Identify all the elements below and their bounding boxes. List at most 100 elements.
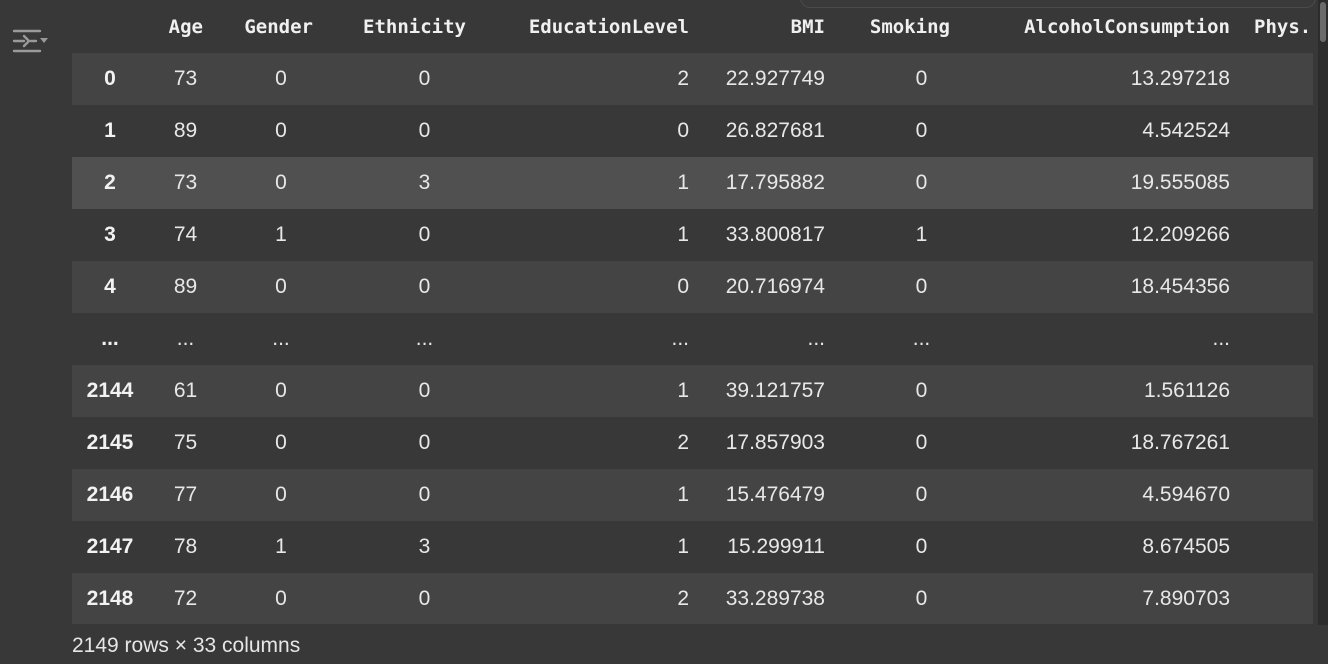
table-cell: 0 — [275, 587, 287, 610]
table-cell: 73 — [173, 67, 198, 90]
dataframe-shape-label: 2149 rows × 33 columns — [72, 634, 301, 657]
column-header-ethnicity[interactable]: Ethnicity — [313, 0, 466, 53]
table-cell: 26.827681 — [725, 119, 825, 142]
table-cell — [1230, 365, 1313, 417]
table-cell: ... — [912, 327, 931, 350]
table-cell: 74 — [173, 223, 198, 246]
table-cell: 0 — [915, 275, 928, 298]
table-row: 2147 78 1 3 1 15.299911 0 8.674505 — [72, 521, 1313, 573]
column-header-physicalactivity[interactable]: Phys. — [1230, 0, 1313, 53]
row-index: 2 — [104, 171, 116, 194]
table-cell: 0 — [677, 275, 689, 298]
table-cell: 0 — [418, 223, 431, 246]
column-header-educationlevel[interactable]: EducationLevel — [466, 0, 689, 53]
table-cell: 1 — [677, 171, 689, 194]
table-cell: 0 — [275, 379, 287, 402]
table-cell: 2 — [677, 587, 689, 610]
table-cell — [1230, 261, 1313, 313]
table-cell: 0 — [418, 483, 431, 506]
table-cell: 1 — [275, 535, 287, 558]
column-header-smoking[interactable]: Smoking — [825, 0, 950, 53]
column-header-age[interactable]: Age — [148, 0, 203, 53]
table-row: 2146 77 0 0 1 15.476479 0 4.594670 — [72, 469, 1313, 521]
table-cell: 61 — [173, 379, 198, 402]
table-cell: 1 — [915, 223, 928, 246]
table-cell: ... — [671, 327, 689, 350]
table-row: 2148 72 0 0 2 33.289738 0 7.890703 — [72, 573, 1313, 624]
table-cell: 22.927749 — [725, 67, 825, 90]
table-cell: 0 — [275, 67, 287, 90]
table-cell: 18.767261 — [1130, 431, 1230, 454]
scrollbar-thumb[interactable] — [1320, 2, 1326, 42]
row-index: 2148 — [86, 587, 134, 610]
table-cell: 1 — [677, 379, 689, 402]
table-cell: 20.716974 — [725, 275, 825, 298]
table-cell: 1 — [677, 223, 689, 246]
table-row: 4 89 0 0 0 20.716974 0 18.454356 — [72, 261, 1313, 313]
row-index: 3 — [104, 223, 116, 246]
table-cell — [1230, 157, 1313, 209]
vertical-scrollbar[interactable] — [1318, 0, 1328, 625]
column-header-alcoholconsumption[interactable]: AlcoholConsumption — [950, 0, 1230, 53]
table-cell — [1230, 469, 1313, 521]
table-cell: 0 — [915, 535, 928, 558]
table-row: 2144 61 0 0 1 39.121757 0 1.561126 — [72, 365, 1313, 417]
table-cell: 0 — [915, 483, 928, 506]
table-cell — [1230, 53, 1313, 105]
table-cell: ... — [1212, 327, 1230, 350]
table-cell: 77 — [173, 483, 198, 506]
table-cell: 8.674505 — [1142, 535, 1230, 558]
table-row: 2145 75 0 0 2 17.857903 0 18.767261 — [72, 417, 1313, 469]
row-index: ... — [101, 327, 119, 350]
table-body: 0 73 0 0 2 22.927749 0 13.297218 1 89 0 0 0 26.827681… — [72, 53, 1313, 624]
column-header-gender[interactable]: Gender — [203, 0, 313, 53]
table-cell: 1.561126 — [1143, 379, 1230, 402]
table-cell: 0 — [915, 119, 928, 142]
table-cell: 17.795882 — [725, 171, 825, 194]
header-row: Age Gender Ethnicity EducationLevel BMI … — [72, 0, 1313, 53]
table-cell: 15.299911 — [727, 535, 825, 558]
table-cell: 89 — [173, 275, 198, 298]
table-cell: 15.476479 — [725, 483, 825, 506]
table-cell: ... — [807, 327, 825, 350]
table-cell: 0 — [915, 587, 928, 610]
table-cell — [1230, 521, 1313, 573]
table-row: 0 73 0 0 2 22.927749 0 13.297218 — [72, 53, 1313, 105]
table-row: 3 74 1 0 1 33.800817 1 12.209266 — [72, 209, 1313, 261]
table-cell: 78 — [173, 535, 198, 558]
row-index: 2144 — [86, 379, 134, 402]
row-index: 4 — [104, 275, 116, 298]
table-cell: 0 — [418, 275, 431, 298]
table-cell — [1230, 209, 1313, 261]
table-cell: 0 — [418, 119, 431, 142]
table-cell: 2 — [677, 67, 689, 90]
output-toggle-icon — [12, 29, 48, 53]
table-cell: 33.800817 — [725, 223, 825, 246]
table-cell: 0 — [275, 275, 287, 298]
table-cell: 0 — [915, 431, 928, 454]
table-cell: 75 — [173, 431, 198, 454]
table-row: 1 89 0 0 0 26.827681 0 4.542524 — [72, 105, 1313, 157]
output-toggle-button[interactable] — [10, 24, 50, 58]
column-header[interactable] — [72, 0, 148, 53]
row-index: 1 — [104, 119, 116, 142]
cell-output-area: Age Gender Ethnicity EducationLevel BMI … — [0, 0, 1328, 664]
table-cell: 39.121757 — [725, 379, 825, 402]
table-cell: 13.297218 — [1130, 67, 1230, 90]
table-cell: 0 — [275, 483, 287, 506]
table-cell — [1230, 105, 1313, 157]
table-cell: 1 — [275, 223, 287, 246]
table-cell — [1230, 573, 1313, 624]
column-header-bmi[interactable]: BMI — [689, 0, 825, 53]
table-cell: 72 — [173, 587, 198, 610]
table-row: 2 73 0 3 1 17.795882 0 19.555085 — [72, 157, 1313, 209]
table-cell: 0 — [275, 431, 287, 454]
table-cell: 0 — [677, 119, 689, 142]
table-cell: 3 — [418, 171, 431, 194]
table-cell: 1 — [677, 535, 689, 558]
table-cell: 12.209266 — [1130, 223, 1230, 246]
table-cell: 4.542524 — [1142, 119, 1230, 142]
table-cell: 0 — [915, 67, 928, 90]
table-cell: 17.857903 — [725, 431, 825, 454]
table-cell: 89 — [173, 119, 198, 142]
